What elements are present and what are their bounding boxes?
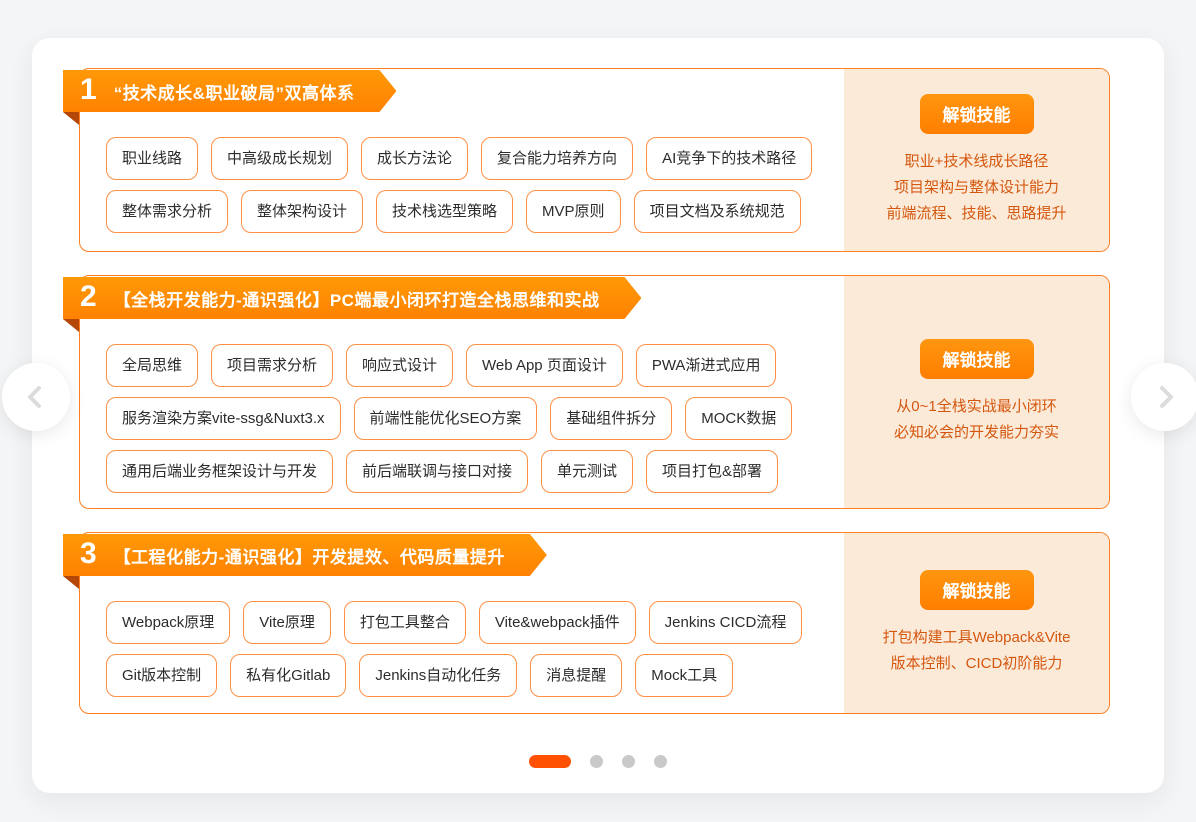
skill-tag: 通用后端业务框架设计与开发 [106,450,333,493]
panel-description-line: 职业+技术线成长路径 [886,149,1066,175]
skill-tag: 项目需求分析 [211,344,333,387]
skill-tag: AI竞争下的技术路径 [646,137,812,180]
skill-tag: Jenkins自动化任务 [359,654,517,697]
skill-tag: 全局思维 [106,344,198,387]
skill-tag: MOCK数据 [685,397,792,440]
skills-panel: 解锁技能 打包构建工具Webpack&Vite版本控制、CICD初阶能力 [844,533,1109,713]
skill-tag: 项目文档及系统规范 [634,190,801,233]
section-title: 【工程化能力-通识强化】开发提效、代码质量提升 [114,543,505,568]
unlock-skills-button[interactable]: 解锁技能 [920,570,1034,610]
skill-tag: 项目打包&部署 [646,450,778,493]
carousel-dot[interactable] [654,755,667,768]
skill-tag: 基础组件拆分 [550,397,672,440]
skill-tag: 技术栈选型策略 [376,190,513,233]
unlock-skills-button[interactable]: 解锁技能 [920,94,1034,134]
carousel-dot-active[interactable] [529,755,571,768]
panel-description: 打包构建工具Webpack&Vite版本控制、CICD初阶能力 [883,625,1071,677]
section-number: 2 [80,282,97,312]
curriculum-card: 1 “技术成长&职业破局”双高体系 职业线路中高级成长规划成长方法论复合能力培养… [32,38,1164,793]
skill-tag: 成长方法论 [361,137,468,180]
ribbon-fold-icon [63,112,79,125]
section-ribbon: 1 “技术成长&职业破局”双高体系 [63,70,396,112]
skills-panel: 解锁技能 职业+技术线成长路径项目架构与整体设计能力前端流程、技能、思路提升 [844,69,1109,251]
curriculum-section: 3 【工程化能力-通识强化】开发提效、代码质量提升 Webpack原理 Vite原… [79,532,1110,714]
carousel-dot[interactable] [622,755,635,768]
ribbon-fold-icon [63,319,79,332]
skill-tag: Webpack原理 [106,601,230,644]
panel-description-line: 版本控制、CICD初阶能力 [883,651,1071,677]
curriculum-section: 1 “技术成长&职业破局”双高体系 职业线路中高级成长规划成长方法论复合能力培养… [79,68,1110,252]
carousel-prev-button[interactable] [2,363,70,431]
section-ribbon: 3 【工程化能力-通识强化】开发提效、代码质量提升 [63,534,547,576]
section-title: “技术成长&职业破局”双高体系 [114,79,355,104]
carousel-dot[interactable] [590,755,603,768]
skill-tag: Jenkins CICD流程 [649,601,803,644]
skill-tag: Git版本控制 [106,654,217,697]
skill-tag: 职业线路 [106,137,198,180]
skill-tag: Web App 页面设计 [466,344,623,387]
skill-tag: Vite原理 [243,601,331,644]
skill-tag: MVP原则 [526,190,621,233]
skill-tag: 复合能力培养方向 [481,137,633,180]
ribbon-fold-icon [63,576,79,589]
chevron-right-icon [1152,384,1178,410]
carousel-stage: 1 “技术成长&职业破局”双高体系 职业线路中高级成长规划成长方法论复合能力培养… [0,0,1196,822]
unlock-skills-button[interactable]: 解锁技能 [920,339,1034,379]
skill-tag: 整体架构设计 [241,190,363,233]
section-ribbon: 2 【全栈开发能力-通识强化】PC端最小闭环打造全栈思维和实战 [63,277,641,319]
panel-description-line: 从0~1全栈实战最小闭环 [894,394,1059,420]
skill-tag: 响应式设计 [346,344,453,387]
skill-tag: Mock工具 [635,654,733,697]
carousel-dots [32,755,1164,768]
skill-tag: 服务渲染方案vite-ssg&Nuxt3.x [106,397,341,440]
section-title: 【全栈开发能力-通识强化】PC端最小闭环打造全栈思维和实战 [114,286,600,311]
skill-tag: 单元测试 [541,450,633,493]
skill-tag: 中高级成长规划 [211,137,348,180]
chevron-left-icon [23,384,49,410]
curriculum-section: 2 【全栈开发能力-通识强化】PC端最小闭环打造全栈思维和实战 全局思维项目需求… [79,275,1110,509]
section-list: 1 “技术成长&职业破局”双高体系 职业线路中高级成长规划成长方法论复合能力培养… [79,68,1110,714]
section-number: 1 [80,75,97,105]
panel-description: 职业+技术线成长路径项目架构与整体设计能力前端流程、技能、思路提升 [886,149,1066,227]
section-number: 3 [80,539,97,569]
skill-tag: 前后端联调与接口对接 [346,450,528,493]
skill-tag: 前端性能优化SEO方案 [354,397,538,440]
panel-description-line: 必知必会的开发能力夯实 [894,420,1059,446]
panel-description-line: 打包构建工具Webpack&Vite [883,625,1071,651]
panel-description: 从0~1全栈实战最小闭环必知必会的开发能力夯实 [894,394,1059,446]
skill-tag: 打包工具整合 [344,601,466,644]
carousel-next-button[interactable] [1131,363,1196,431]
panel-description-line: 前端流程、技能、思路提升 [886,201,1066,227]
skill-tag: 私有化Gitlab [230,654,346,697]
skill-tag: Vite&webpack插件 [479,601,636,644]
skill-tag: PWA渐进式应用 [636,344,777,387]
skills-panel: 解锁技能 从0~1全栈实战最小闭环必知必会的开发能力夯实 [844,276,1109,508]
skill-tag: 消息提醒 [530,654,622,697]
panel-description-line: 项目架构与整体设计能力 [886,175,1066,201]
skill-tag: 整体需求分析 [106,190,228,233]
